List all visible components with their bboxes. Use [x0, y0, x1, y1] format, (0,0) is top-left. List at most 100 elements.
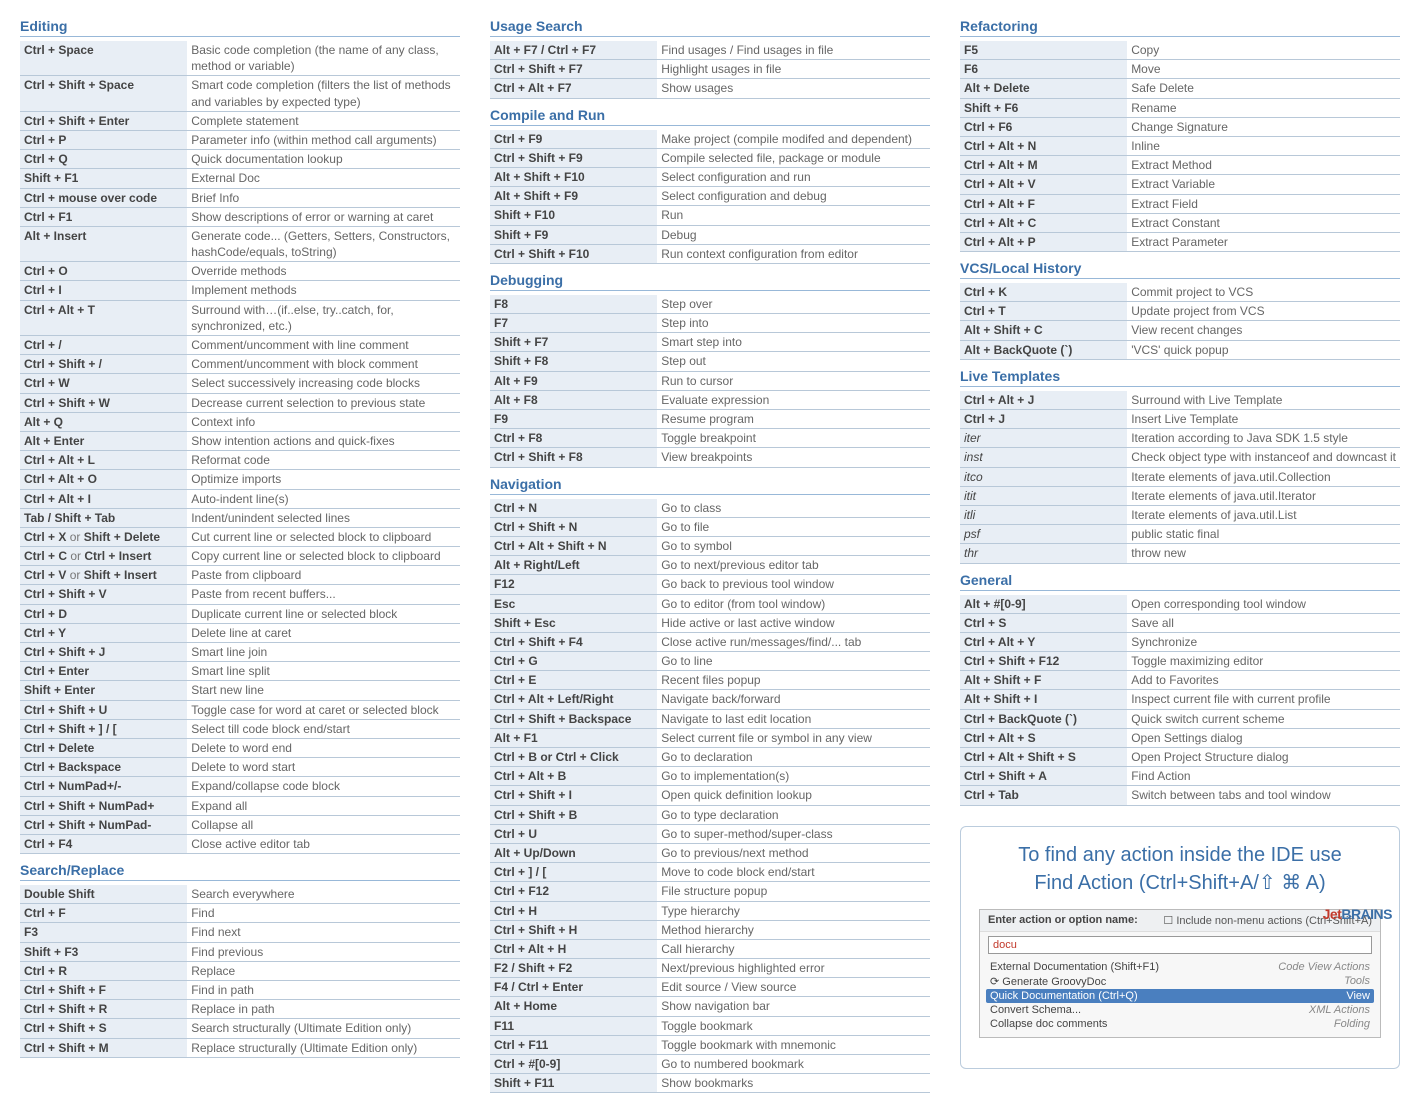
shortcut-desc: Switch between tabs and tool window	[1127, 786, 1400, 805]
shortcut-key: Esc	[490, 594, 657, 613]
table-row: Shift + F8Step out	[490, 352, 930, 371]
shortcut-desc: Smart line split	[187, 662, 460, 681]
shortcut-key: Ctrl + mouse over code	[20, 188, 187, 207]
general-table: Alt + #[0-9]Open corresponding tool wind…	[960, 595, 1400, 806]
search-title: Search/Replace	[20, 862, 460, 881]
shortcut-key: Ctrl + Tab	[960, 786, 1127, 805]
shortcut-key: Ctrl + G	[490, 652, 657, 671]
shortcut-desc: Implement methods	[187, 281, 460, 300]
result-item[interactable]: External Documentation (Shift+F1)Code Vi…	[986, 960, 1374, 974]
shortcut-key: Ctrl + S	[960, 613, 1127, 632]
shortcut-key: Ctrl + V or Shift + Insert	[20, 566, 187, 585]
shortcut-desc: Move	[1127, 60, 1400, 79]
shortcut-key: Ctrl + Shift + W	[20, 393, 187, 412]
shortcut-desc: Cut current line or selected block to cl…	[187, 527, 460, 546]
jetbrains-logo: JetBRAINS	[1323, 906, 1392, 922]
shortcut-key: Ctrl + Alt + T	[20, 300, 187, 335]
table-row: Ctrl + Alt + BGo to implementation(s)	[490, 767, 930, 786]
table-row: Ctrl + QQuick documentation lookup	[20, 150, 460, 169]
shortcut-desc: Paste from recent buffers...	[187, 585, 460, 604]
table-row: Alt + Shift + FAdd to Favorites	[960, 671, 1400, 690]
shortcut-key: F12	[490, 575, 657, 594]
table-row: Ctrl + Shift + JSmart line join	[20, 643, 460, 662]
result-group: Folding	[1334, 1018, 1370, 1030]
table-row: Ctrl + Shift + F10Run context configurat…	[490, 244, 930, 263]
shortcut-key: Ctrl + F9	[490, 130, 657, 149]
table-row: Ctrl + KCommit project to VCS	[960, 283, 1400, 302]
table-row: Ctrl + SSave all	[960, 613, 1400, 632]
shortcut-key: Ctrl + X or Shift + Delete	[20, 527, 187, 546]
shortcut-desc: Find next	[187, 923, 460, 942]
shortcut-key: Ctrl + Alt + I	[20, 489, 187, 508]
shortcut-desc: Find previous	[187, 942, 460, 961]
shortcut-desc: Decrease current selection to previous s…	[187, 393, 460, 412]
shortcut-key: Ctrl + /	[20, 336, 187, 355]
shortcut-key: Ctrl + T	[960, 302, 1127, 321]
table-row: Alt + EnterShow intention actions and qu…	[20, 431, 460, 450]
table-row: F6Move	[960, 60, 1400, 79]
shortcut-desc: Go to super-method/super-class	[657, 824, 930, 843]
table-row: Tab / Shift + TabIndent/unindent selecte…	[20, 508, 460, 527]
table-row: Shift + EscHide active or last active wi…	[490, 613, 930, 632]
shortcut-desc: Compile selected file, package or module	[657, 148, 930, 167]
shortcut-key: Ctrl + Shift + F9	[490, 148, 657, 167]
shortcut-desc: Check object type with instanceof and do…	[1127, 448, 1400, 467]
result-item[interactable]: Collapse doc commentsFolding	[986, 1017, 1374, 1031]
shortcut-key: Shift + Esc	[490, 613, 657, 632]
shortcut-key: Ctrl + Enter	[20, 662, 187, 681]
shortcut-key: inst	[960, 448, 1127, 467]
shortcut-key: Ctrl + Shift + Enter	[20, 111, 187, 130]
table-row: Ctrl + JInsert Live Template	[960, 410, 1400, 429]
shortcut-key: Shift + F8	[490, 352, 657, 371]
result-item[interactable]: Quick Documentation (Ctrl+Q)View	[986, 989, 1374, 1003]
shortcut-desc: Quick switch current scheme	[1127, 709, 1400, 728]
shortcut-desc: Iterate elements of java.util.Collection	[1127, 467, 1400, 486]
result-item[interactable]: ⟳ Generate GroovyDocTools	[986, 974, 1374, 989]
table-row: Alt + Shift + CView recent changes	[960, 321, 1400, 340]
shortcut-desc: Comment/uncomment with line comment	[187, 336, 460, 355]
shortcut-key: Ctrl + Shift + F8	[490, 448, 657, 467]
column-1: Editing Ctrl + SpaceBasic code completio…	[20, 10, 460, 1093]
nav-title: Navigation	[490, 476, 930, 495]
shortcut-key: Ctrl + J	[960, 410, 1127, 429]
shortcut-key: Alt + Enter	[20, 431, 187, 450]
shortcut-desc: Context info	[187, 412, 460, 431]
shortcut-desc: Move to code block end/start	[657, 863, 930, 882]
table-row: Ctrl + HType hierarchy	[490, 901, 930, 920]
shortcut-key: Ctrl + Shift + F4	[490, 632, 657, 651]
result-item[interactable]: Convert Schema...XML Actions	[986, 1003, 1374, 1017]
table-row: Ctrl + Alt + MExtract Method	[960, 156, 1400, 175]
shortcut-key: Ctrl + ] / [	[490, 863, 657, 882]
shortcut-desc: Change Signature	[1127, 117, 1400, 136]
shortcut-desc: Toggle bookmark with mnemonic	[657, 1035, 930, 1054]
shortcut-key: Ctrl + B or Ctrl + Click	[490, 748, 657, 767]
table-row: F2 / Shift + F2Next/previous highlighted…	[490, 959, 930, 978]
find-action-popup: Enter action or option name: ☐ Include n…	[979, 909, 1381, 1038]
table-row: Ctrl + SpaceBasic code completion (the n…	[20, 41, 460, 76]
shortcut-desc: Debug	[657, 225, 930, 244]
table-row: Ctrl + Alt + PExtract Parameter	[960, 232, 1400, 251]
table-row: Alt + DeleteSafe Delete	[960, 79, 1400, 98]
shortcut-desc: Smart line join	[187, 643, 460, 662]
table-row: Ctrl + PParameter info (within method ca…	[20, 130, 460, 149]
table-row: Ctrl + OOverride methods	[20, 262, 460, 281]
table-row: Alt + F9Run to cursor	[490, 371, 930, 390]
table-row: Alt + #[0-9]Open corresponding tool wind…	[960, 595, 1400, 614]
shortcut-key: Ctrl + Shift + F10	[490, 244, 657, 263]
shortcut-desc: Update project from VCS	[1127, 302, 1400, 321]
table-row: Ctrl + RReplace	[20, 961, 460, 980]
result-name: Convert Schema...	[990, 1004, 1081, 1016]
shortcut-desc: Select successively increasing code bloc…	[187, 374, 460, 393]
table-row: F12Go back to previous tool window	[490, 575, 930, 594]
find-action-input[interactable]: docu	[988, 936, 1372, 954]
table-row: Alt + F7 / Ctrl + F7Find usages / Find u…	[490, 41, 930, 60]
shortcut-key: Ctrl + K	[960, 283, 1127, 302]
result-name: External Documentation (Shift+F1)	[990, 961, 1159, 973]
table-row: Ctrl + Alt + SOpen Settings dialog	[960, 728, 1400, 747]
shortcut-desc: Go to next/previous editor tab	[657, 556, 930, 575]
shortcut-desc: Collapse all	[187, 815, 460, 834]
table-row: Shift + EnterStart new line	[20, 681, 460, 700]
shortcut-desc: Brief Info	[187, 188, 460, 207]
shortcut-desc: Expand all	[187, 796, 460, 815]
shortcut-desc: Next/previous highlighted error	[657, 959, 930, 978]
